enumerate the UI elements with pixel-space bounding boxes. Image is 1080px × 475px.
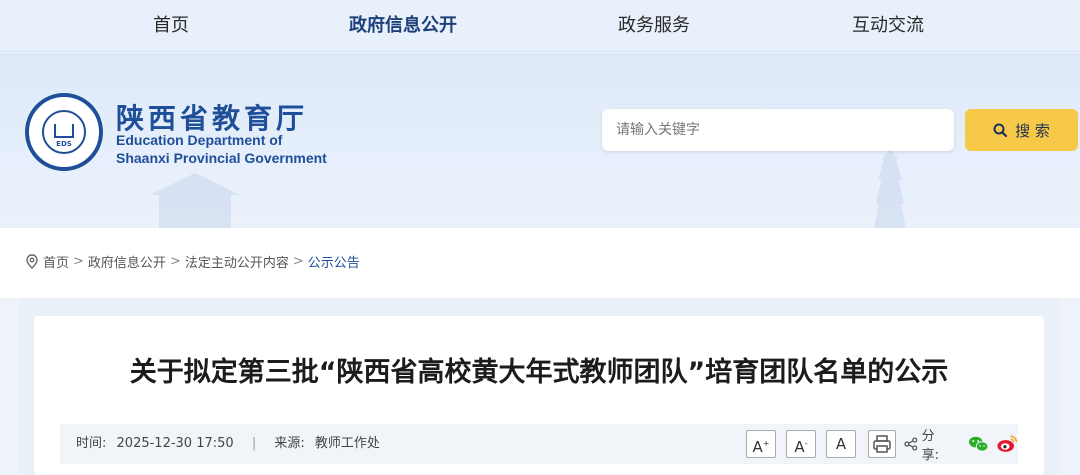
logo-en-line1: Education Department of bbox=[116, 132, 283, 148]
breadcrumb-statutory[interactable]: 法定主动公开内容 bbox=[185, 252, 289, 271]
source-value: 教师工作处 bbox=[314, 436, 380, 451]
font-size-default-button[interactable]: A bbox=[826, 430, 856, 458]
font-size-large-button[interactable]: A+ bbox=[746, 430, 776, 458]
time-value: 2025-12-30 17:50 bbox=[116, 436, 234, 451]
share-icon bbox=[904, 437, 918, 451]
breadcrumb-separator: > bbox=[169, 253, 181, 269]
search-button-label: 搜 索 bbox=[1015, 121, 1050, 140]
article-meta-bar: 时间: 2025-12-30 17:50 | 来源: 教师工作处 A+ A- A… bbox=[60, 424, 1018, 464]
logo-emblem-text: EDS bbox=[56, 140, 72, 148]
breadcrumb-separator: > bbox=[292, 253, 304, 269]
search-icon bbox=[993, 123, 1008, 137]
font-size-medium-button[interactable]: A- bbox=[786, 430, 816, 458]
print-button[interactable] bbox=[868, 430, 896, 458]
article-meta: 时间: 2025-12-30 17:50 | 来源: 教师工作处 bbox=[76, 424, 380, 464]
time-label: 时间: bbox=[76, 436, 107, 451]
search-input[interactable] bbox=[602, 109, 954, 151]
share-section: 分享: bbox=[904, 424, 1018, 464]
breadcrumb-gov-info[interactable]: 政府信息公开 bbox=[88, 252, 166, 271]
top-nav: 首页 政府信息公开 政务服务 互动交流 bbox=[0, 0, 1080, 52]
pagoda-silhouette bbox=[874, 148, 906, 228]
wechat-icon[interactable] bbox=[967, 432, 990, 456]
logo-en-line2: Shaanxi Provincial Government bbox=[116, 150, 327, 166]
source-label: 来源: bbox=[274, 436, 305, 451]
breadcrumb-separator: > bbox=[73, 253, 84, 269]
logo-title-en: Education Department of Shaanxi Provinci… bbox=[116, 131, 327, 167]
nav-item-gov-info[interactable]: 政府信息公开 bbox=[349, 0, 457, 52]
search-button[interactable]: 搜 索 bbox=[965, 109, 1078, 151]
nav-item-interaction[interactable]: 互动交流 bbox=[852, 0, 924, 52]
breadcrumb-home[interactable]: 首页 bbox=[43, 252, 69, 271]
logo-emblem-icon[interactable]: EDS bbox=[25, 93, 103, 171]
location-pin-icon bbox=[26, 253, 38, 269]
article-title: 关于拟定第三批“陕西省高校黄大年式教师团队”培育团队名单的公示 bbox=[129, 357, 949, 388]
nav-item-home[interactable]: 首页 bbox=[153, 0, 189, 52]
header-banner: EDS 陕西省教育厅 Education Department of Shaan… bbox=[0, 53, 1080, 228]
meta-divider: | bbox=[251, 436, 257, 451]
weibo-icon[interactable] bbox=[995, 432, 1018, 456]
share-label: 分享: bbox=[921, 429, 940, 463]
print-icon bbox=[873, 435, 891, 453]
nav-item-gov-services[interactable]: 政务服务 bbox=[618, 0, 690, 52]
breadcrumb: 首页 > 政府信息公开 > 法定主动公开内容 > 公示公告 bbox=[26, 252, 360, 271]
building-silhouette bbox=[150, 173, 240, 228]
breadcrumb-announcements[interactable]: 公示公告 bbox=[308, 252, 360, 271]
